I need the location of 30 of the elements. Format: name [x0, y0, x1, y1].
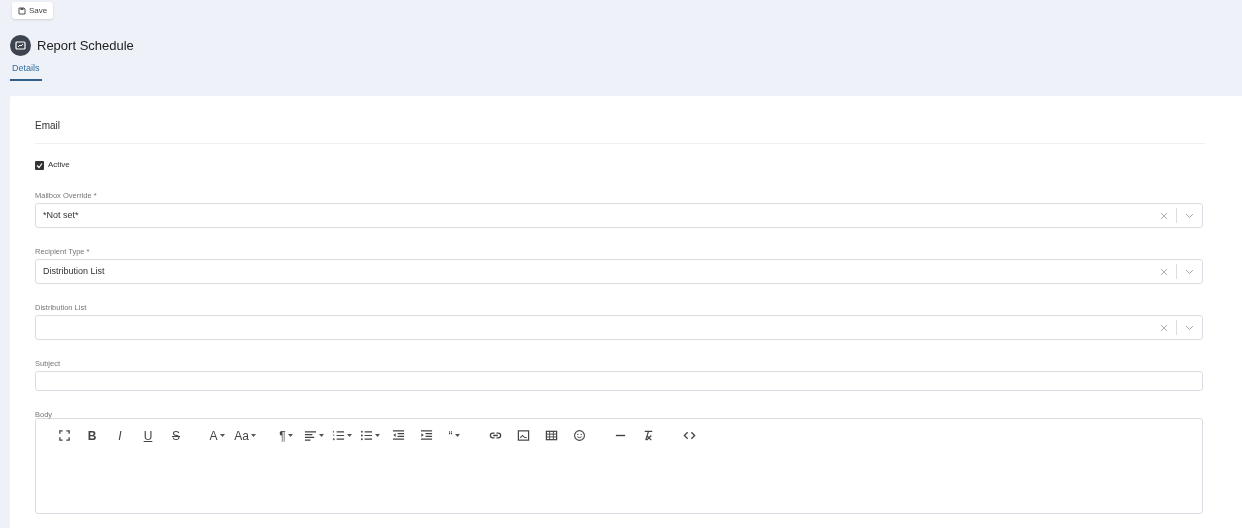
page-title: Report Schedule — [37, 36, 134, 55]
emoji-icon — [572, 429, 586, 442]
report-icon — [10, 35, 31, 56]
code-icon — [682, 429, 696, 442]
tab[interactable]: Details — [10, 62, 42, 81]
format-button[interactable]: B — [80, 425, 104, 446]
format-button[interactable]: I — [108, 425, 132, 446]
align-icon — [304, 429, 317, 442]
format-button[interactable]: Aa — [233, 425, 257, 446]
format-button[interactable]: ¶ — [274, 425, 298, 446]
ordered-list-icon — [332, 429, 345, 442]
format-button[interactable]: “ — [442, 425, 466, 446]
bullet-list-icon — [360, 429, 373, 442]
rich-text-editor[interactable]: B I U S A Aa ¶ “ — [35, 418, 1203, 514]
image-icon — [516, 429, 530, 442]
format-button[interactable]: A — [205, 425, 229, 446]
select-value: Distribution List — [43, 264, 106, 278]
format-button[interactable]: S — [164, 425, 188, 446]
input-field[interactable] — [35, 371, 1203, 391]
save-button[interactable]: Save — [12, 2, 54, 19]
section-title: Email — [35, 119, 61, 133]
indent-icon — [419, 429, 433, 442]
fullscreen-icon — [57, 429, 71, 442]
checkbox-label: Active — [48, 159, 70, 171]
checkbox[interactable] — [35, 160, 44, 170]
table-icon — [544, 429, 558, 442]
outdent-icon — [391, 429, 405, 442]
format-button[interactable]: U — [136, 425, 160, 446]
select-value: *Not set* — [43, 208, 80, 222]
floppy-icon — [18, 6, 26, 15]
